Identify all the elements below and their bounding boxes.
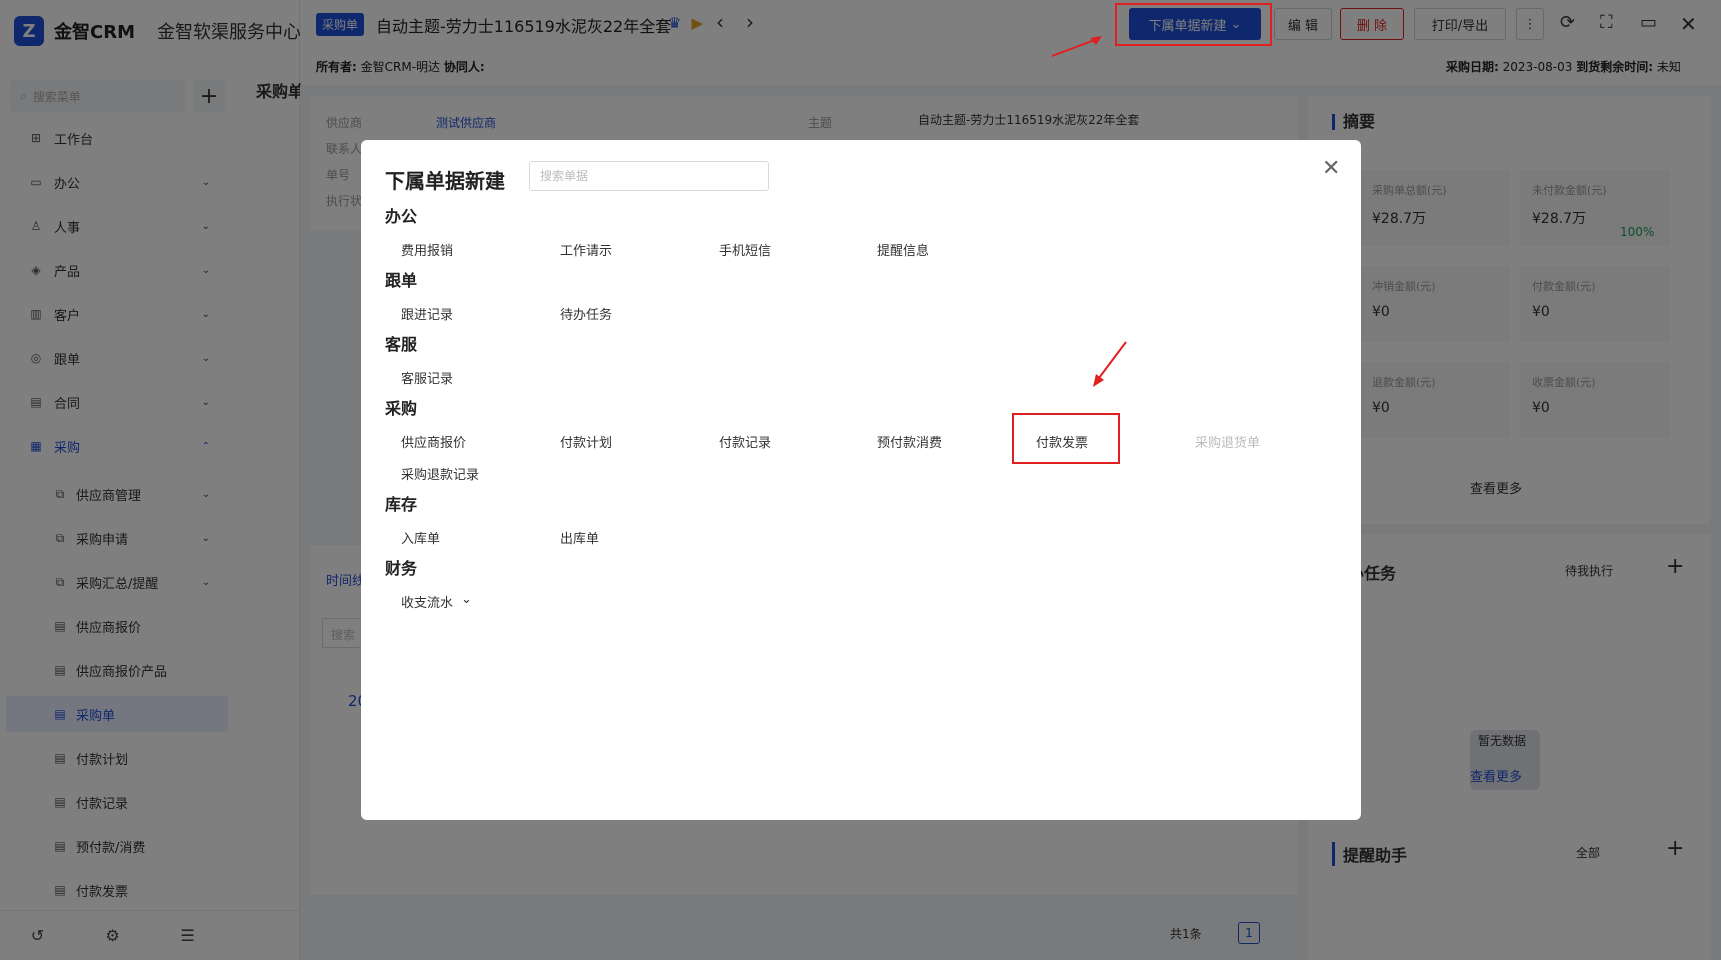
section-purchase: 采购 (385, 399, 418, 418)
section-service: 客服 (385, 335, 418, 354)
option-outbound[interactable]: 出库单 (560, 528, 599, 547)
close-icon[interactable]: ✕ (1322, 156, 1340, 181)
doc-search-input[interactable] (529, 161, 769, 191)
section-inventory: 库存 (385, 495, 418, 514)
option-service-record[interactable]: 客服记录 (401, 368, 453, 387)
sidebar-dim-overlay (0, 0, 300, 960)
section-office: 办公 (385, 207, 418, 226)
highlight-box-new-button (1115, 3, 1272, 46)
option-reminder-info[interactable]: 提醒信息 (877, 240, 929, 259)
option-request[interactable]: 工作请示 (560, 240, 612, 259)
highlight-box-payment-invoice (1012, 413, 1120, 464)
chevron-down-icon: ⌄ (461, 592, 472, 607)
red-arrow-icon (1093, 341, 1127, 387)
option-payment-record[interactable]: 付款记录 (719, 432, 771, 451)
option-sms[interactable]: 手机短信 (719, 240, 771, 259)
option-payment-plan[interactable]: 付款计划 (560, 432, 612, 451)
option-prepayment-consume[interactable]: 预付款消费 (877, 432, 942, 451)
option-supplier-quote[interactable]: 供应商报价 (401, 432, 466, 451)
option-expense[interactable]: 费用报销 (401, 240, 453, 259)
option-cashflow-label: 收支流水 (401, 596, 454, 611)
option-purchase-refund[interactable]: 采购退款记录 (401, 464, 479, 483)
sub-doc-new-modal (361, 140, 1361, 820)
option-follow-record[interactable]: 跟进记录 (401, 304, 453, 323)
modal-title: 下属单据新建 (385, 169, 505, 193)
option-inbound[interactable]: 入库单 (401, 528, 440, 547)
red-arrow-icon (1051, 36, 1102, 57)
section-finance: 财务 (385, 559, 418, 578)
option-cashflow[interactable]: 收支流水 ⌄ (401, 592, 472, 611)
option-purchase-return: 采购退货单 (1195, 436, 1261, 451)
option-todo-task[interactable]: 待办任务 (560, 304, 612, 323)
section-follow: 跟单 (385, 271, 418, 290)
